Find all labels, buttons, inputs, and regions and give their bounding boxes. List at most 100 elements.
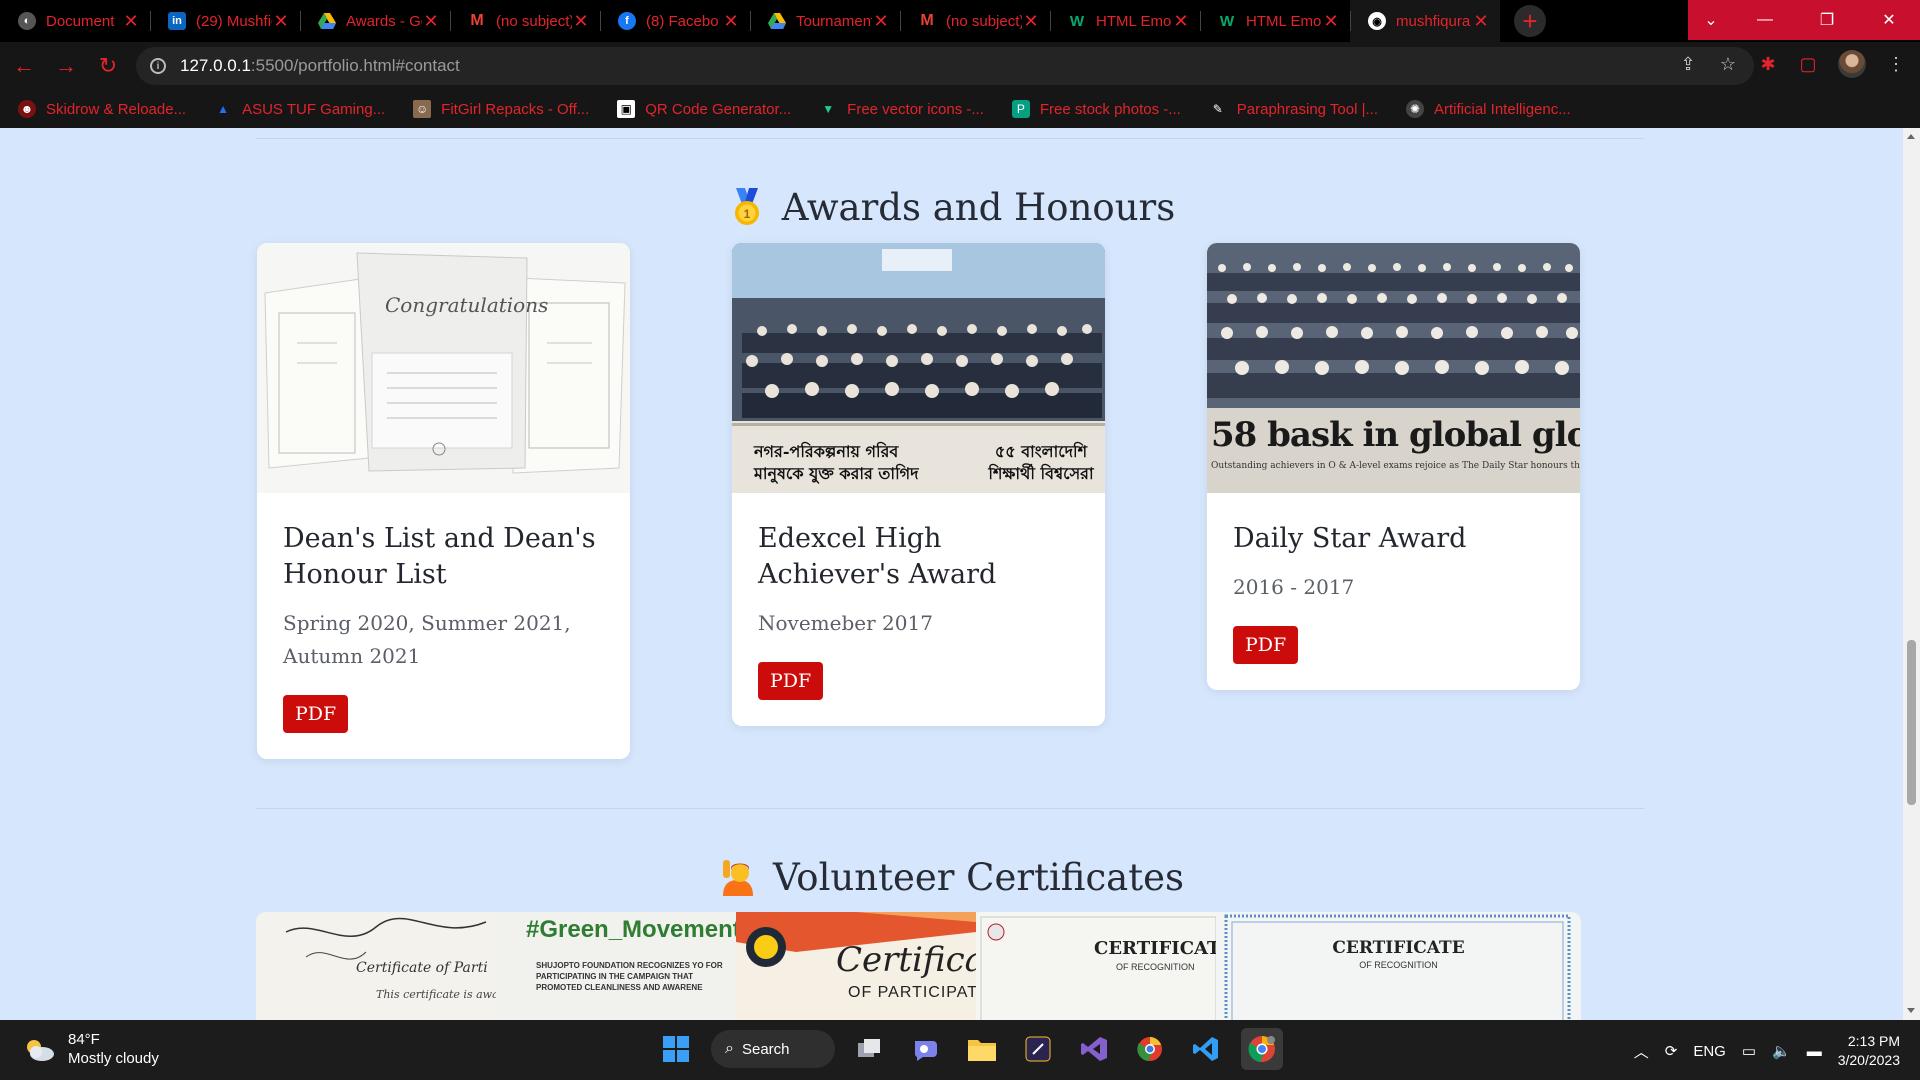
share-icon[interactable]: ⇪ [1678,54,1698,74]
browser-tab[interactable]: Tournament ✕ [750,0,900,42]
volunteer-certificate-image[interactable]: Certifica OF PARTICIPATIO [736,912,976,1020]
asus-icon: ▲ [217,102,230,116]
cloudy-weather-icon [27,1040,54,1061]
extension-icon[interactable]: ✱ [1758,54,1778,74]
weather-widget[interactable]: 84°F Mostly cloudy [22,1030,159,1068]
close-icon[interactable]: ✕ [872,11,890,32]
close-icon[interactable]: ✕ [1022,11,1040,32]
browser-tab[interactable]: Awards - Go ✕ [300,0,450,42]
volunteer-certificate-image[interactable]: Certificate of Parti This certificate is… [256,912,496,1020]
certificate-title-text: CERTIFICAT [1094,938,1216,959]
taskbar-search[interactable]: ⌕ Search [711,1030,835,1068]
close-icon[interactable]: ✕ [122,11,140,32]
google-drive-icon [768,12,786,30]
browser-tab[interactable]: f (8) Facebo ✕ [600,0,750,42]
restore-button[interactable]: ❐ [1796,0,1858,40]
new-tab-button[interactable]: + [1514,5,1546,37]
close-icon[interactable]: ✕ [1322,11,1340,32]
file-explorer-icon[interactable] [961,1028,1003,1070]
volume-icon[interactable]: 🔈 [1772,1042,1791,1060]
certificate-body-text: OF RECOGNITION [1359,960,1438,970]
vscode-icon[interactable] [1185,1028,1227,1070]
pdf-button[interactable]: PDF [283,695,349,733]
chrome-canary-icon[interactable] [1129,1028,1171,1070]
scroll-up-arrow[interactable] [1907,134,1915,139]
bookmark-item[interactable]: ✎ Paraphrasing Tool |... [1209,100,1378,118]
profile-avatar[interactable] [1838,50,1866,78]
sync-icon[interactable]: ⟳ [1665,1042,1678,1060]
volunteer-certificate-image[interactable]: CERTIFICATE OF RECOGNITION [1216,912,1581,1020]
raising-hand-icon [722,860,753,896]
close-window-button[interactable]: ✕ [1858,0,1920,40]
browser-tab[interactable]: in (29) Mushfiq ✕ [150,0,300,42]
qr-icon: ▣ [617,100,636,118]
gmail-icon: M [920,12,934,29]
page-scrollbar[interactable] [1903,128,1920,1020]
skidrow-icon: ☻ [18,100,36,118]
sidebar-icon[interactable]: ▢ [1798,54,1818,74]
browser-tab[interactable]: ◐ Document ✕ [0,0,150,42]
linkedin-icon: in [168,12,186,30]
clock[interactable]: 2:13 PM 3/20/2023 [1838,1032,1900,1070]
teams-chat-icon[interactable] [905,1028,947,1070]
browser-tab[interactable]: W HTML Emo ✕ [1050,0,1200,42]
close-icon[interactable]: ✕ [1472,11,1490,32]
browser-tab[interactable]: M (no subject) ✕ [900,0,1050,42]
browser-tab-active[interactable]: ◉ mushfiqura ✕ [1350,0,1500,42]
bookmark-item[interactable]: ☻ Skidrow & Reloade... [18,100,186,118]
bookmark-item[interactable]: ✺ Artificial Intelligenc... [1406,100,1571,118]
bookmark-item[interactable]: P Free stock photos -... [1011,100,1181,118]
weather-condition-text: Mostly cloudy [68,1050,159,1067]
tab-title: (29) Mushfiq [196,12,272,30]
media-app-icon[interactable] [1017,1028,1059,1070]
pdf-button[interactable]: PDF [758,662,824,700]
scroll-down-arrow[interactable] [1907,1008,1915,1013]
bookmark-item[interactable]: ▼ Free vector icons -... [819,100,984,118]
tab-title: (no subject) [496,12,572,30]
close-icon[interactable]: ✕ [722,11,740,32]
minimize-button[interactable]: — [1734,0,1796,40]
scroll-thumb[interactable] [1907,640,1916,805]
reload-button[interactable]: ↻ [90,48,126,84]
tab-title: (8) Facebo [646,12,719,30]
forward-button[interactable]: → [48,48,84,84]
browser-tab[interactable]: W HTML Emo ✕ [1200,0,1350,42]
dean-list-certificate-image: Congratulations [257,243,630,493]
pdf-button[interactable]: PDF [1233,626,1299,664]
chevron-up-icon[interactable]: ︿ [1634,1041,1649,1062]
daily-star-subline: Outstanding achievers in O & A-level exa… [1211,461,1580,471]
search-icon: ⌕ [725,1040,734,1057]
start-button[interactable] [655,1028,697,1070]
certificate-body-text: SHUJOPTO FOUNDATION RECOGNIZES YO FOR PA… [536,961,723,992]
back-button[interactable]: ← [6,48,42,84]
bookmark-label: Paraphrasing Tool |... [1236,100,1378,118]
close-icon[interactable]: ✕ [572,11,590,32]
volunteer-certificate-image[interactable]: CERTIFICAT OF RECOGNITION [976,912,1216,1020]
google-drive-icon [318,12,336,30]
bookmark-star-icon[interactable]: ☆ [1718,54,1738,74]
bangla-headline-right: ৫৫ বাংলাদেশি শিক্ষার্থী বিশ্বসেরা [988,442,1094,483]
volunteer-certificate-image[interactable]: #Green_Movement SHUJOPTO FOUNDATION RECO… [496,912,736,1020]
battery-icon[interactable]: ▬ [1807,1043,1822,1060]
site-info-icon[interactable]: i [150,58,166,74]
chrome-icon[interactable] [1241,1028,1283,1070]
close-icon[interactable]: ✕ [422,11,440,32]
tab-search-icon[interactable]: ⌄ [1688,0,1734,40]
green-movement-text: #Green_Movement [526,916,736,943]
browser-tab[interactable]: M (no subject) ✕ [450,0,600,42]
award-card: 58 bask in global glory Outstanding achi… [1207,243,1580,690]
close-icon[interactable]: ✕ [1172,11,1190,32]
bookmark-item[interactable]: ▲ ASUS TUF Gaming... [214,100,385,118]
card-title: Daily Star Award [1233,523,1467,554]
language-indicator[interactable]: ENG [1693,1043,1726,1060]
bookmark-item[interactable]: ▣ QR Code Generator... [617,100,791,118]
network-icon[interactable]: ▭ [1742,1042,1756,1060]
task-view-icon[interactable] [849,1028,891,1070]
menu-icon[interactable]: ⋮ [1886,54,1906,74]
bookmark-item[interactable]: ☺ FitGirl Repacks - Off... [413,100,589,118]
daily-star-newspaper-photo: 58 bask in global glory Outstanding achi… [1207,243,1580,493]
visual-studio-icon[interactable] [1073,1028,1115,1070]
close-icon[interactable]: ✕ [272,11,290,32]
address-bar[interactable]: i 127.0.0.1:5500/portfolio.html#contact [136,47,1754,85]
w3schools-icon: W [1069,12,1085,30]
